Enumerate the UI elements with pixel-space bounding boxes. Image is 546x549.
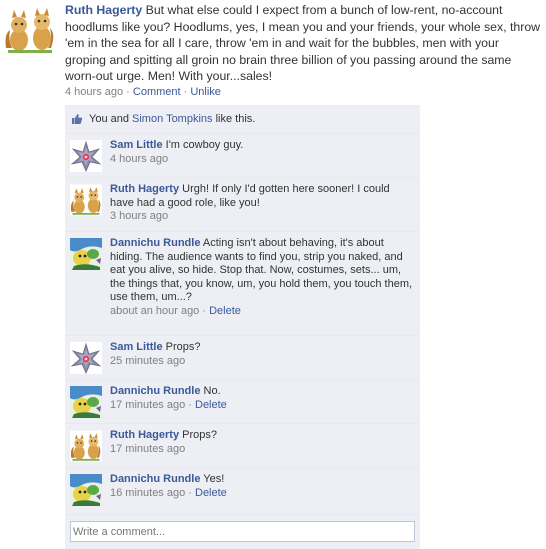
post-timestamp[interactable]: 4 hours ago bbox=[65, 86, 123, 98]
comment-body: Ruth Hagerty Urgh! If only I'd gotten he… bbox=[110, 183, 415, 224]
comment-author-link[interactable]: Sam Little bbox=[110, 341, 163, 353]
post-message: Ruth Hagerty But what else could I expec… bbox=[65, 2, 543, 85]
comment-item: Dannichu Rundle Acting isn't about behav… bbox=[65, 231, 420, 336]
comment-author-link[interactable]: Sam Little bbox=[110, 139, 163, 151]
post-author-link[interactable]: Ruth Hagerty bbox=[65, 3, 142, 17]
starmie-avatar-icon[interactable] bbox=[70, 342, 102, 374]
comment-item: Sam Little I'm cowboy guy. 4 hours ago bbox=[65, 133, 420, 178]
comment-text: No. bbox=[200, 385, 221, 397]
comment-author-link[interactable]: Dannichu Rundle bbox=[110, 473, 200, 485]
squirrel-avatar-icon[interactable] bbox=[70, 430, 102, 462]
creature-avatar-icon[interactable] bbox=[70, 238, 102, 270]
squirrel-avatar-icon[interactable] bbox=[70, 184, 102, 216]
comment-item: Sam Little Props? 25 minutes ago bbox=[65, 335, 420, 380]
comment-meta: about an hour ago · Delete bbox=[110, 304, 241, 317]
comment-body: Dannichu Rundle No. 17 minutes ago · Dele… bbox=[110, 385, 415, 412]
comment-item: Dannichu Rundle Yes! 16 minutes ago · Del… bbox=[65, 467, 420, 515]
post-meta: 4 hours ago · Comment · Unlike bbox=[65, 86, 221, 98]
write-comment-box bbox=[65, 514, 420, 549]
thumbs-up-icon bbox=[72, 114, 83, 124]
comment-item: Dannichu Rundle No. 17 minutes ago · Dele… bbox=[65, 379, 420, 424]
comment-timestamp[interactable]: about an hour ago bbox=[110, 305, 199, 317]
comment-text: Yes! bbox=[200, 473, 225, 485]
comment-author-link[interactable]: Dannichu Rundle bbox=[110, 385, 200, 397]
comment-author-link[interactable]: Ruth Hagerty bbox=[110, 183, 179, 195]
comment-timestamp[interactable]: 16 minutes ago bbox=[110, 487, 185, 499]
likes-text: You and Simon Tompkins like this. bbox=[89, 113, 256, 125]
delete-comment-link[interactable]: Delete bbox=[195, 399, 227, 411]
comment-meta: 4 hours ago bbox=[110, 153, 415, 167]
comment-timestamp[interactable]: 3 hours ago bbox=[110, 210, 168, 222]
comment-author-link[interactable]: Ruth Hagerty bbox=[110, 429, 179, 441]
comment-text: Props? bbox=[179, 429, 217, 441]
comment-text: Props? bbox=[162, 341, 201, 353]
comment-body: Ruth Hagerty Props? 17 minutes ago bbox=[110, 429, 415, 456]
comment-text: I'm cowboy guy. bbox=[162, 139, 244, 151]
comment-meta: 17 minutes ago · Delete bbox=[110, 398, 227, 411]
comment-timestamp[interactable]: 17 minutes ago bbox=[110, 399, 185, 411]
comment-item: Ruth Hagerty Urgh! If only I'd gotten he… bbox=[65, 177, 420, 232]
comment-timestamp[interactable]: 17 minutes ago bbox=[110, 443, 185, 455]
comment-body: Sam Little I'm cowboy guy. 4 hours ago bbox=[110, 139, 415, 166]
creature-avatar-icon[interactable] bbox=[70, 386, 102, 418]
comment-link[interactable]: Comment bbox=[133, 86, 181, 98]
comment-item: Ruth Hagerty Props? 17 minutes ago bbox=[65, 423, 420, 468]
starmie-avatar-icon[interactable] bbox=[70, 140, 102, 172]
comment-timestamp[interactable]: 25 minutes ago bbox=[110, 355, 185, 367]
comment-body: Dannichu Rundle Acting isn't about behav… bbox=[110, 237, 415, 318]
write-comment-input[interactable] bbox=[70, 521, 415, 542]
comment-body: Sam Little Props? 25 minutes ago bbox=[110, 341, 415, 368]
comment-meta: 3 hours ago bbox=[110, 210, 415, 224]
comment-body: Dannichu Rundle Yes! 16 minutes ago · Del… bbox=[110, 473, 415, 500]
comment-author-link[interactable]: Dannichu Rundle bbox=[110, 237, 200, 249]
delete-comment-link[interactable]: Delete bbox=[195, 487, 227, 499]
creature-avatar-icon[interactable] bbox=[70, 474, 102, 506]
unlike-link[interactable]: Unlike bbox=[190, 86, 221, 98]
likes-bar: You and Simon Tompkins like this. bbox=[65, 105, 420, 133]
comment-timestamp[interactable]: 4 hours ago bbox=[110, 153, 168, 165]
liker-link[interactable]: Simon Tompkins bbox=[132, 113, 213, 125]
comment-meta: 25 minutes ago bbox=[110, 355, 415, 369]
comment-meta: 17 minutes ago bbox=[110, 443, 415, 457]
squirrel-avatar-icon[interactable] bbox=[4, 4, 56, 54]
comment-meta: 16 minutes ago · Delete bbox=[110, 486, 227, 499]
delete-comment-link[interactable]: Delete bbox=[209, 305, 241, 317]
